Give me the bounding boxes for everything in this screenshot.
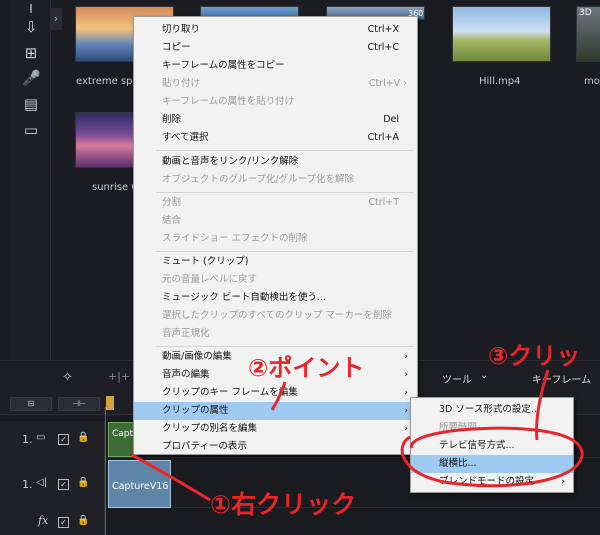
annotation-arrow-step1 xyxy=(131,453,211,502)
annotation-step3: ③クリッ xyxy=(488,342,581,370)
annotation-step1: ①右クリック xyxy=(210,490,357,519)
annotation-arrow-step2 xyxy=(270,381,287,411)
annotation-step2: ②ポイント xyxy=(248,354,365,382)
annotation-overlay xyxy=(131,369,584,502)
annotation-circle xyxy=(400,426,584,488)
